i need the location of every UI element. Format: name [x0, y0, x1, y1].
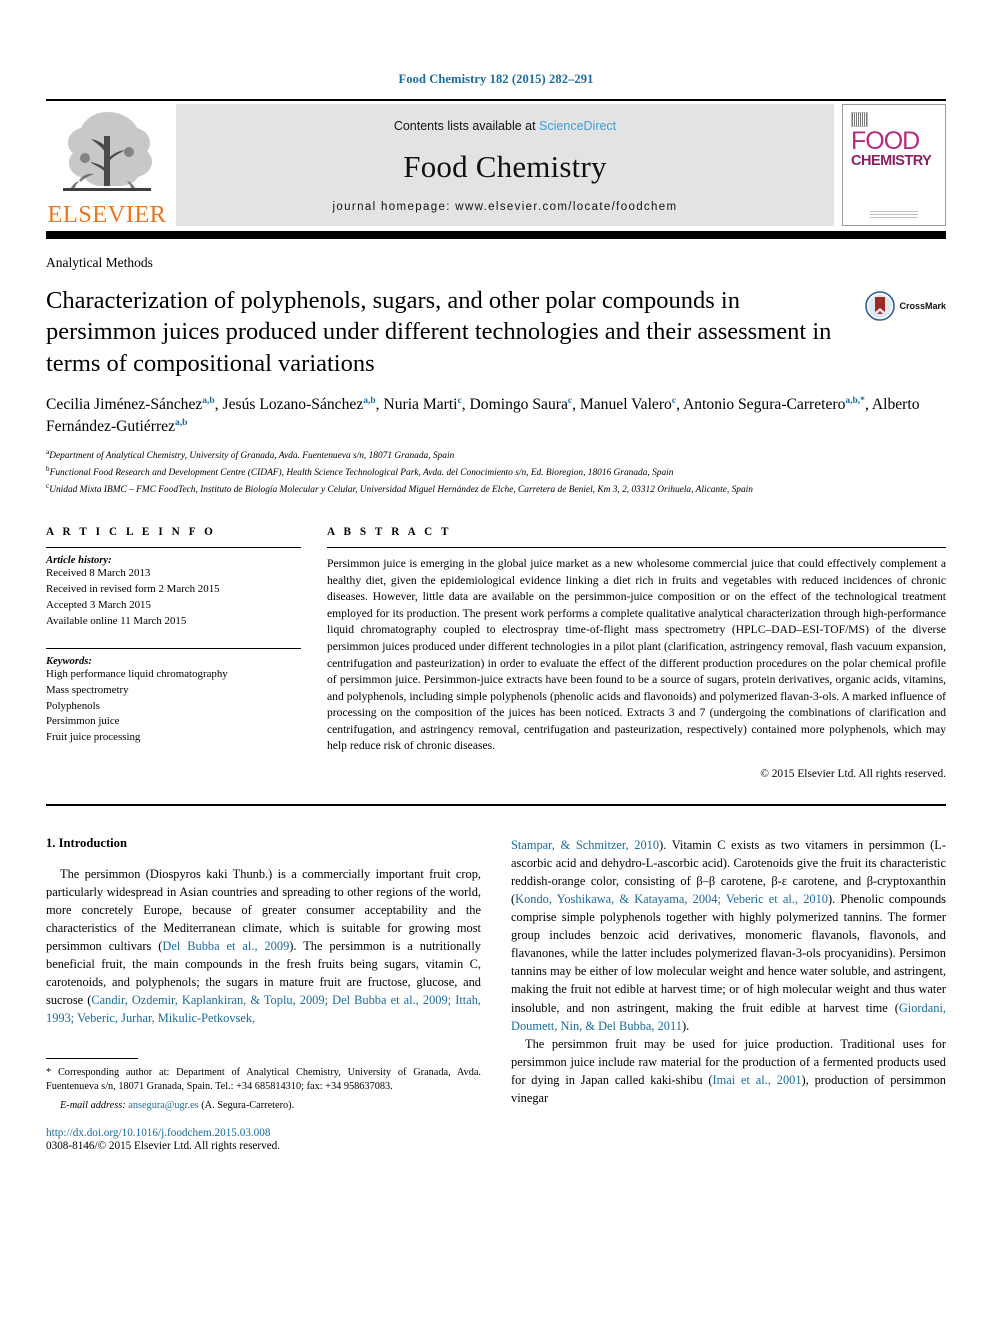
affiliation-text: Functional Food Research and Development… [49, 468, 674, 479]
author-affil-marker: c [567, 395, 573, 406]
doi-block: http://dx.doi.org/10.1016/j.foodchem.201… [46, 1127, 481, 1152]
author-entry: Domingo Saurac [470, 396, 573, 413]
intro-paragraph-right-2: The persimmon fruit may be used for juic… [511, 1035, 946, 1107]
author-affil-marker: c [671, 395, 677, 406]
crossmark-badge[interactable]: CrossMark [865, 285, 946, 321]
article-info-heading: A R T I C L E I N F O [46, 526, 216, 539]
keyword-item: Persimmon juice [46, 715, 120, 728]
abstract-copyright: © 2015 Elsevier Ltd. All rights reserved… [760, 767, 946, 780]
author-list: Cecilia Jiménez-Sáncheza,b, Jesús Lozano… [46, 395, 920, 436]
issn-copyright: 0308-8146/© 2015 Elsevier Ltd. All right… [46, 1140, 281, 1153]
keywords-label: Keywords: [46, 656, 92, 668]
crossmark-label: CrossMark [899, 300, 946, 311]
history-item: Accepted 3 March 2015 [46, 598, 151, 611]
keyword-item: Mass spectrometry [46, 683, 129, 696]
article-section-label: Analytical Methods [46, 254, 153, 270]
author-affil-marker: a,b [175, 417, 188, 428]
citation-link[interactable]: Candir, Ozdemir, Kaplankiran, & Toplu, 2… [46, 993, 481, 1025]
intro-text-d: ). Phenolic compounds comprise simple po… [511, 891, 947, 1015]
cover-footer-bar [870, 209, 918, 218]
author-entry: Manuel Valeroc [580, 396, 676, 413]
keywords-rule [46, 648, 301, 650]
author-affil-marker: a,b [202, 395, 215, 406]
keywords-group: Keywords: High performance liquid chroma… [46, 656, 301, 746]
elsevier-tree-icon [63, 111, 152, 191]
author-name: Jesús Lozano-Sánchez [222, 396, 364, 414]
citation-link[interactable]: Stampar, & Schmitzer, 2010 [511, 838, 659, 852]
history-item: Received 8 March 2013 [46, 567, 151, 580]
intro-paragraph-left: The persimmon (Diospyros kaki Thunb.) is… [46, 865, 481, 1028]
article-info-column: A R T I C L E I N F O Article history: R… [46, 526, 301, 779]
title-row: Characterization of polyphenols, sugars,… [46, 285, 946, 381]
body-column-left: 1. Introduction The persimmon (Diospyros… [46, 835, 481, 1152]
affiliation-list: aDepartment of Analytical Chemistry, Uni… [46, 447, 946, 498]
sciencedirect-link[interactable]: ScienceDirect [539, 119, 616, 133]
elsevier-wordmark: ELSEVIER [47, 200, 167, 228]
info-abstract-region: A R T I C L E I N F O Article history: R… [46, 526, 946, 780]
journal-masthead: ELSEVIER Contents lists available at Sci… [46, 101, 946, 229]
footnote-block: * Corresponding author at: Department of… [46, 1057, 481, 1152]
author-entry: Jesús Lozano-Sáncheza,b [223, 396, 376, 413]
elsevier-logo: ELSEVIER [46, 101, 168, 229]
abstract-heading: A B S T R A C T [327, 526, 452, 539]
email-owner: (A. Segura-Carretero). [201, 1099, 295, 1111]
footnote-rule [46, 1057, 138, 1059]
cover-title-food: FOOD [851, 127, 920, 155]
history-item: Received in revised form 2 March 2015 [46, 583, 220, 596]
body-column-right: Stampar, & Schmitzer, 2010). Vitamin C e… [511, 836, 946, 1153]
affiliation-item: aDepartment of Analytical Chemistry, Uni… [46, 447, 946, 464]
citation-link[interactable]: Del Bubba et al., 2009 [162, 939, 289, 953]
citation-link[interactable]: Kondo, Yoshikawa, & Katayama, 2004; Vebe… [515, 892, 828, 906]
author-name: Domingo Saura [469, 396, 568, 414]
author-affil-marker: a,b [363, 395, 376, 406]
article-history-label: Article history: [46, 555, 112, 567]
journal-homepage[interactable]: journal homepage: www.elsevier.com/locat… [333, 201, 678, 213]
corresponding-author-note: * Corresponding author at: Department of… [46, 1066, 481, 1093]
article-page: Food Chemistry 182 (2015) 282–291 ELSEVI… [0, 0, 992, 1323]
affiliation-text: Department of Analytical Chemistry, Univ… [49, 451, 455, 462]
abstract-rule [327, 547, 946, 549]
keyword-item: Fruit juice processing [46, 731, 141, 744]
email-note: E-mail address: ansegura@ugr.es (A. Segu… [46, 1099, 481, 1114]
history-item: Available online 11 March 2015 [46, 614, 187, 627]
crossmark-icon [865, 290, 896, 321]
masthead-bottom-rule [46, 231, 946, 239]
email-label: E-mail address: [60, 1099, 126, 1111]
masthead-center: Contents lists available at ScienceDirec… [176, 104, 834, 226]
cover-title-chemistry: CHEMISTRY [851, 153, 932, 169]
author-entry: Nuria Martic [383, 396, 461, 413]
article-info-rule [46, 547, 301, 549]
author-entry: Antonio Segura-Carreteroa,b,* [683, 396, 865, 413]
contents-prefix: Contents lists available at [393, 119, 540, 133]
contents-lists-line: Contents lists available at ScienceDirec… [394, 119, 616, 133]
cover-barcode-icon [851, 112, 868, 127]
author-name: Manuel Valero [579, 396, 672, 414]
intro-paragraph-right-1: Stampar, & Schmitzer, 2010). Vitamin C e… [511, 836, 946, 1035]
abstract-text: Persimmon juice is emerging in the globa… [327, 557, 946, 753]
author-name: Nuria Marti [383, 396, 458, 414]
journal-cover-thumbnail: FOOD CHEMISTRY [842, 104, 946, 226]
keyword-item: High performance liquid chromatography [46, 668, 228, 681]
email-link[interactable]: ansegura@ugr.es [128, 1100, 198, 1111]
page-title: Characterization of polyphenols, sugars,… [46, 286, 832, 378]
article-history-group: Article history: Received 8 March 2013 R… [46, 555, 301, 629]
running-head: Food Chemistry 182 (2015) 282–291 [398, 72, 594, 86]
journal-title: Food Chemistry [403, 149, 607, 184]
author-entry: Cecilia Jiménez-Sáncheza,b [46, 396, 215, 413]
affiliation-text: Unidad Mixta IBMC – FMC FoodTech, Instit… [49, 485, 753, 496]
author-affil-marker: a,b,* [845, 395, 865, 406]
abstract-bottom-rule [46, 803, 946, 806]
body-columns: 1. Introduction The persimmon (Diospyros… [46, 835, 946, 1153]
abstract-column: A B S T R A C T Persimmon juice is emerg… [327, 526, 946, 780]
affiliation-item: cUnidad Mixta IBMC – FMC FoodTech, Insti… [46, 481, 946, 498]
introduction-heading: 1. Introduction [46, 835, 127, 850]
doi-link[interactable]: http://dx.doi.org/10.1016/j.foodchem.201… [46, 1127, 481, 1139]
author-name: Antonio Segura-Carretero [683, 396, 846, 414]
author-affil-marker: c [457, 395, 462, 406]
citation-link[interactable]: Imai et al., 2001 [712, 1073, 801, 1087]
affiliation-item: bFunctional Food Research and Developmen… [46, 464, 946, 481]
intro-text-e: ). [681, 1018, 690, 1033]
keyword-item: Polyphenols [46, 699, 100, 712]
author-name: Cecilia Jiménez-Sánchez [46, 396, 203, 414]
